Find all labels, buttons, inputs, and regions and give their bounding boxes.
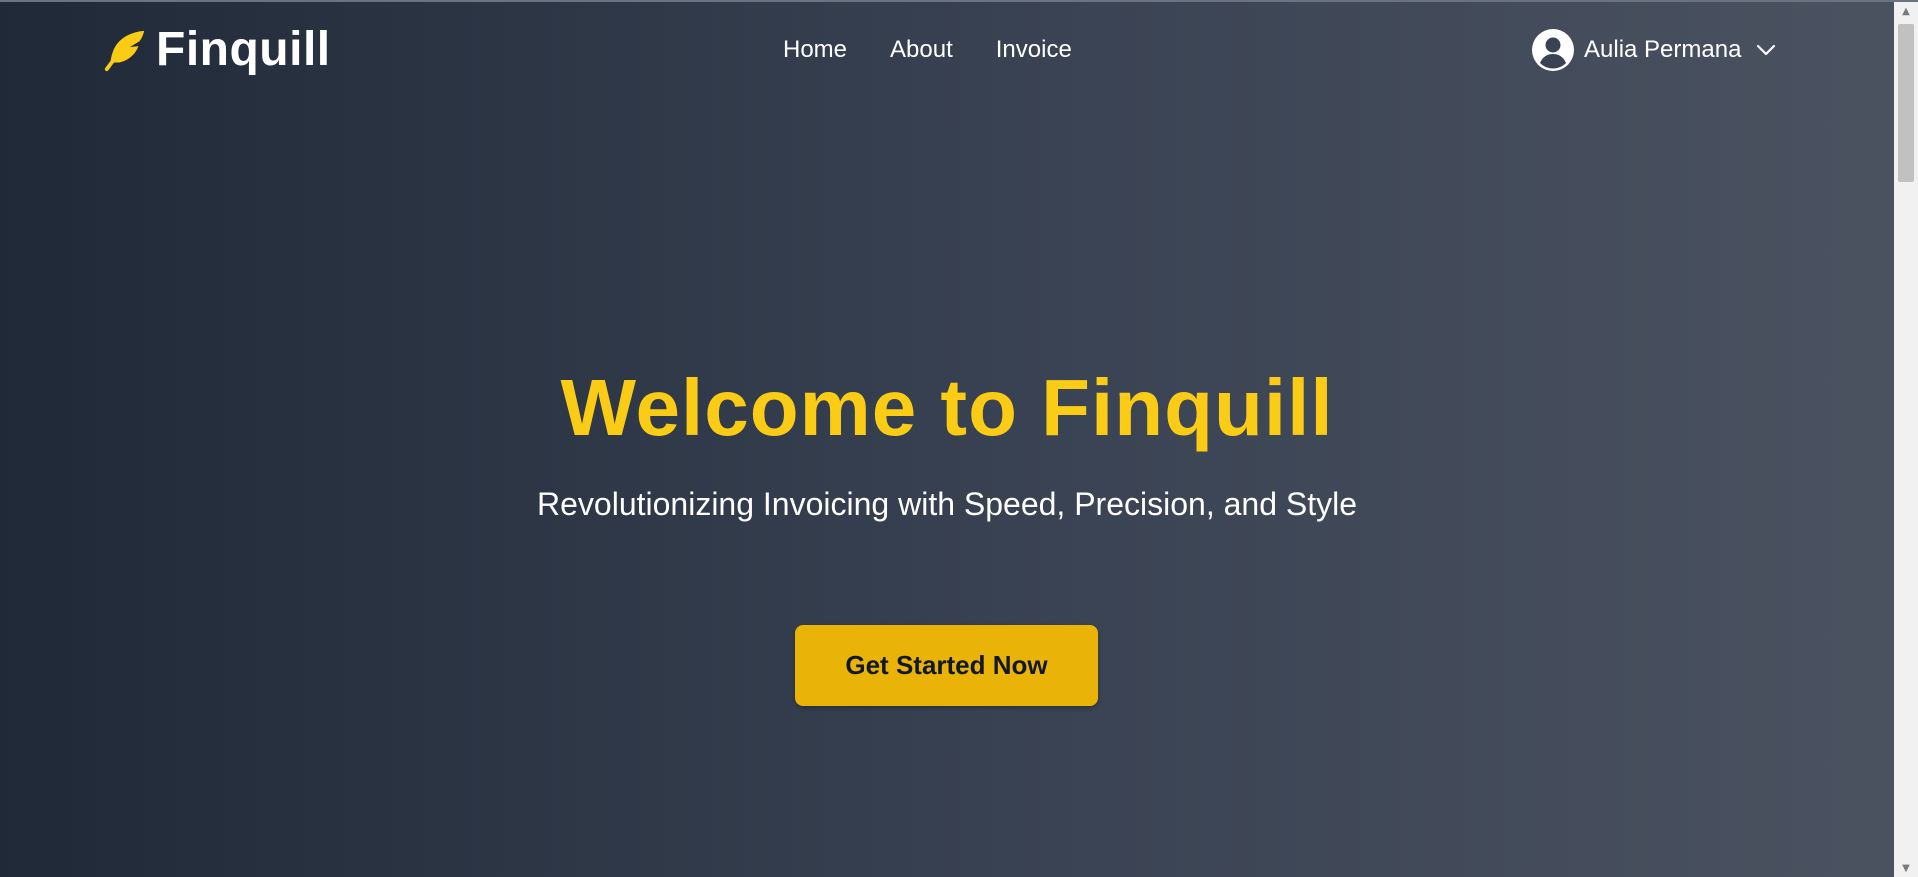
scroll-up-arrow-icon[interactable]: ▲ xyxy=(1894,2,1918,20)
vertical-scrollbar[interactable]: ▲ ▼ xyxy=(1894,2,1918,877)
scroll-down-arrow-icon[interactable]: ▼ xyxy=(1894,859,1918,877)
scrollbar-thumb[interactable] xyxy=(1898,24,1914,182)
hero-subtitle: Revolutionizing Invoicing with Speed, Pr… xyxy=(537,486,1358,522)
get-started-button[interactable]: Get Started Now xyxy=(795,625,1098,706)
hero-section: Welcome to Finquill Revolutionizing Invo… xyxy=(0,0,1894,877)
hero-title: Welcome to Finquill xyxy=(560,363,1334,452)
page: Finquill Home About Invoice Aulia Perman… xyxy=(0,0,1918,877)
